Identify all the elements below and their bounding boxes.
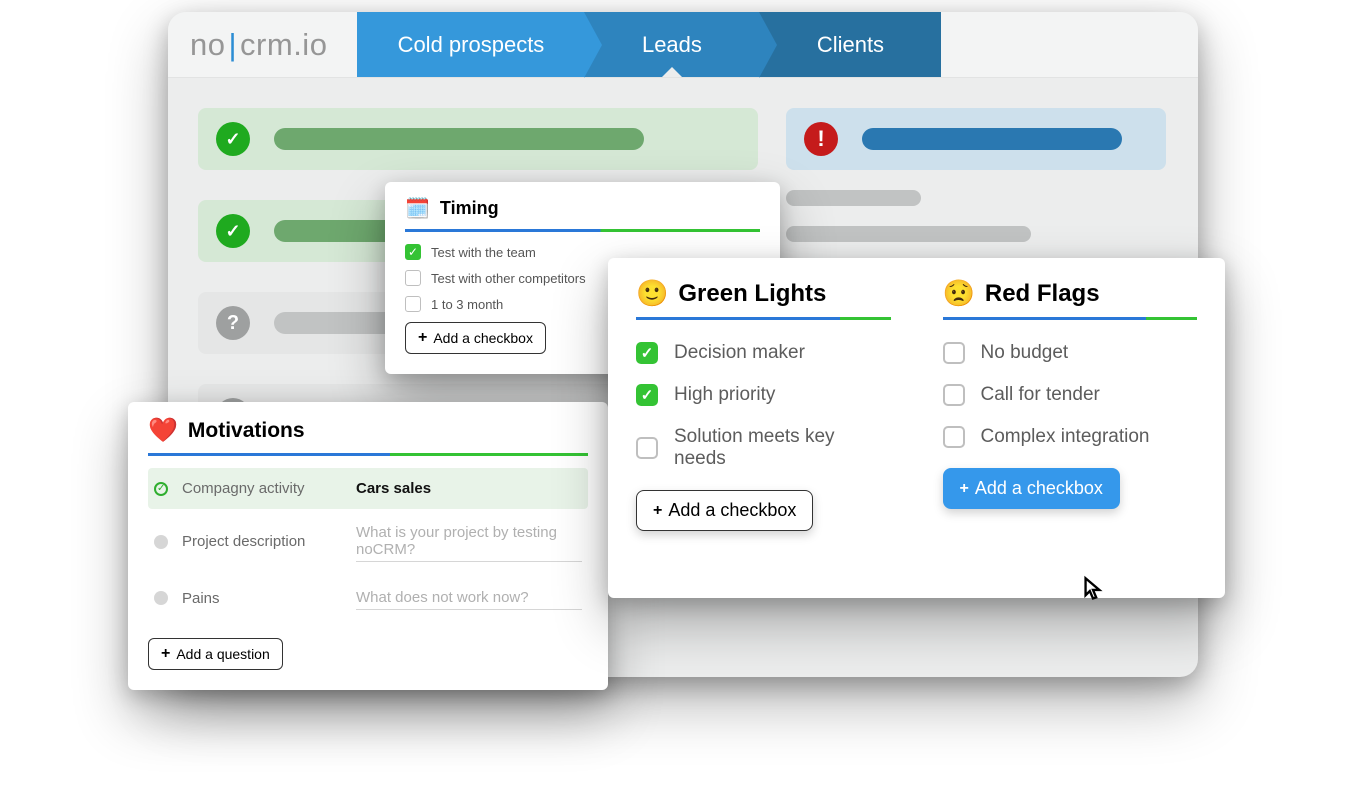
checklist-label: Test with other competitors: [431, 271, 586, 286]
tab-leads[interactable]: Leads: [584, 12, 759, 77]
divider: [148, 453, 588, 456]
add-checkbox-button[interactable]: + Add a checkbox: [636, 490, 813, 531]
green-lights-column: 🙂 Green Lights ✓ Decision maker ✓ High p…: [636, 278, 891, 531]
field-input[interactable]: What does not work now?: [356, 586, 582, 610]
field-input[interactable]: What is your project by testing noCRM?: [356, 521, 582, 562]
checkbox-icon[interactable]: [943, 426, 965, 448]
checklist-item[interactable]: ✓ Decision maker: [636, 342, 891, 364]
checkbox-icon[interactable]: [405, 296, 421, 312]
panel-lights: 🙂 Green Lights ✓ Decision maker ✓ High p…: [608, 258, 1225, 598]
worried-icon: 😟: [943, 278, 975, 309]
checkbox-icon[interactable]: [405, 270, 421, 286]
motivation-row[interactable]: Project description What is your project…: [148, 509, 588, 574]
divider: [636, 317, 891, 320]
checklist-label: Complex integration: [981, 426, 1150, 448]
smile-icon: 🙂: [636, 278, 668, 309]
brand-pipe: |: [228, 27, 237, 63]
plus-icon: +: [418, 330, 427, 346]
status-dot-icon: [154, 482, 168, 496]
checkbox-icon[interactable]: [943, 384, 965, 406]
checklist-item[interactable]: Complex integration: [943, 426, 1198, 448]
brand-right: crm.io: [240, 27, 327, 63]
checklist-label: 1 to 3 month: [431, 297, 503, 312]
placeholder-bar: [274, 128, 644, 150]
heart-icon: ❤️: [148, 416, 178, 445]
field-value: Cars sales: [356, 480, 431, 497]
checkbox-icon[interactable]: ✓: [636, 384, 658, 406]
brand-left: no: [190, 27, 225, 63]
brand-logo: no | crm.io: [168, 27, 357, 63]
checkbox-icon[interactable]: [943, 342, 965, 364]
panel-title-text: Green Lights: [678, 280, 826, 308]
checklist-label: Decision maker: [674, 342, 805, 364]
panel-title-text: Motivations: [188, 419, 305, 443]
lead-card[interactable]: !: [786, 108, 1166, 170]
status-dot-icon: [154, 591, 168, 605]
tab-leads-label: Leads: [642, 32, 702, 58]
checklist-item[interactable]: ✓ High priority: [636, 384, 891, 406]
panel-motivations: ❤️ Motivations Compagny activity Cars sa…: [128, 402, 608, 690]
tab-clients-label: Clients: [817, 32, 884, 58]
add-label: Add a checkbox: [433, 330, 533, 346]
checklist-label: Solution meets key needs: [674, 426, 891, 470]
placeholder-bar: [786, 190, 921, 206]
add-label: Add a checkbox: [668, 500, 796, 521]
alert-circle-icon: !: [804, 122, 838, 156]
checklist-label: Test with the team: [431, 245, 536, 260]
field-label: Pains: [182, 590, 342, 607]
lead-card[interactable]: ✓: [198, 108, 758, 170]
panel-title-text: Timing: [440, 198, 499, 219]
main-tabs: Cold prospects Leads Clients: [357, 12, 941, 77]
panel-title: 🗓️ Timing: [405, 196, 760, 221]
checklist-label: High priority: [674, 384, 775, 406]
status-dot-icon: [154, 535, 168, 549]
tab-cold-label: Cold prospects: [398, 32, 545, 58]
question-circle-icon: ?: [216, 306, 250, 340]
plus-icon: +: [960, 481, 969, 497]
plus-icon: +: [653, 503, 662, 519]
divider: [405, 229, 760, 232]
divider: [943, 317, 1198, 320]
app-header: no | crm.io Cold prospects Leads Clients: [168, 12, 1198, 78]
checkbox-icon[interactable]: ✓: [636, 342, 658, 364]
checkbox-icon[interactable]: ✓: [405, 244, 421, 260]
calendar-icon: 🗓️: [405, 196, 430, 221]
add-label: Add a question: [176, 646, 269, 662]
add-checkbox-button[interactable]: + Add a checkbox: [405, 322, 546, 354]
checklist-item[interactable]: Solution meets key needs: [636, 426, 891, 470]
panel-title: 🙂 Green Lights: [636, 278, 891, 309]
checklist-item[interactable]: Call for tender: [943, 384, 1198, 406]
panel-title: ❤️ Motivations: [148, 416, 588, 445]
placeholder-bar: [862, 128, 1122, 150]
motivation-row[interactable]: Compagny activity Cars sales: [148, 468, 588, 509]
plus-icon: +: [161, 646, 170, 662]
check-circle-icon: ✓: [216, 214, 250, 248]
field-label: Project description: [182, 533, 342, 550]
add-question-button[interactable]: + Add a question: [148, 638, 283, 670]
checklist-item[interactable]: No budget: [943, 342, 1198, 364]
checklist-label: Call for tender: [981, 384, 1100, 406]
add-checkbox-button-primary[interactable]: + Add a checkbox: [943, 468, 1120, 509]
motivation-row[interactable]: Pains What does not work now?: [148, 574, 588, 622]
tab-clients[interactable]: Clients: [759, 12, 941, 77]
checklist-label: No budget: [981, 342, 1069, 364]
chevron-down-icon: [662, 67, 682, 77]
add-label: Add a checkbox: [975, 478, 1103, 499]
panel-title: 😟 Red Flags: [943, 278, 1198, 309]
red-flags-column: 😟 Red Flags No budget Call for tender Co…: [943, 278, 1198, 531]
check-circle-icon: ✓: [216, 122, 250, 156]
placeholder-bar: [786, 226, 1031, 242]
tab-cold-prospects[interactable]: Cold prospects: [357, 12, 584, 77]
field-label: Compagny activity: [182, 480, 342, 497]
panel-title-text: Red Flags: [985, 280, 1100, 308]
checkbox-icon[interactable]: [636, 437, 658, 459]
